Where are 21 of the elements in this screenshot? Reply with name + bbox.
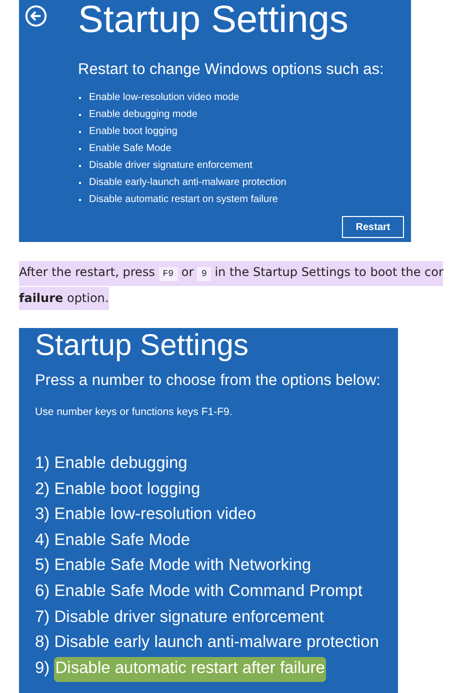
option-text: 7) Disable driver signature enforcement [35,606,325,628]
option-text: Disable driver signature enforcement [89,159,252,173]
restart-button[interactable]: Restart [342,216,404,238]
option-text: Enable low-resolution video mode [89,91,240,105]
screen-subtitle: Restart to change Windows options such as: [78,60,385,80]
screen-prompt: Press a number to choose from the options below: [35,371,382,391]
option-text: 1) Enable debugging [35,453,188,474]
screen-title: Startup Settings [78,0,348,42]
option-text: 3) Enable low-resolution video [35,504,258,526]
option-text: Enable boot logging [89,125,178,139]
option-text: Enable debugging mode [89,108,198,122]
option-text: 6) Enable Safe Mode with Command Prompt [35,580,364,602]
screen-hint: Use number keys or functions keys F1-F9. [35,405,234,419]
option-text: 4) Enable Safe Mode [35,530,192,551]
option-text: Disable early-launch anti-malware protection [89,176,286,190]
screen-title: Startup Settings [35,328,250,364]
option-text: Disable automatic restart on system failure [89,193,278,207]
option-text: 5) Enable Safe Mode with Networking [35,555,312,576]
option-text: 8) Disable early launch anti-malware protection [35,632,380,654]
option-text: 2) Enable boot logging [35,478,202,500]
option-text: Enable Safe Mode [89,142,172,156]
